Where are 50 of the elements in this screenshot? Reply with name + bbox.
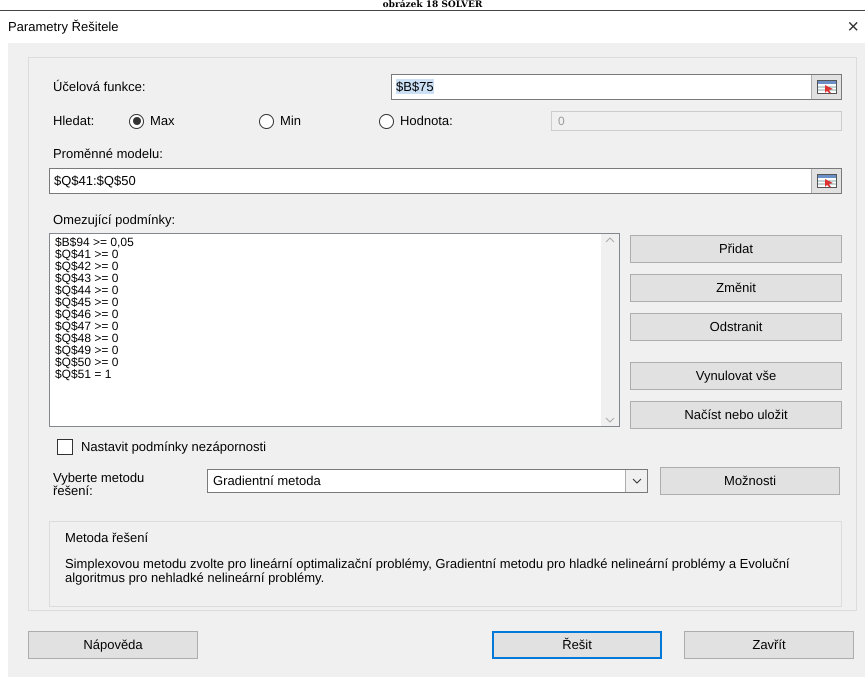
- method-dropdown[interactable]: Gradientní metoda: [207, 468, 648, 492]
- constraint-item[interactable]: $Q$44 >= 0: [55, 284, 601, 296]
- constraint-item[interactable]: $Q$43 >= 0: [55, 272, 601, 284]
- radio-option[interactable]: Min: [259, 111, 379, 131]
- constraint-item[interactable]: $Q$46 >= 0: [55, 308, 601, 320]
- field-label: Hledat:: [52, 112, 96, 130]
- dialog-button[interactable]: Nápověda: [28, 631, 198, 659]
- constraint-item[interactable]: $Q$49 >= 0: [55, 344, 601, 356]
- constraint-item[interactable]: $Q$48 >= 0: [55, 332, 601, 344]
- constraint-item[interactable]: $B$94 >= 0,05: [55, 236, 601, 248]
- checkbox-option[interactable]: Nastavit podmínky nezápornosti: [57, 437, 842, 456]
- range-select-icon: [816, 174, 836, 188]
- constraint-item[interactable]: $Q$45 >= 0: [55, 296, 601, 308]
- checkbox[interactable]: [57, 438, 73, 455]
- radio-option[interactable]: Max: [129, 111, 259, 131]
- method-description: Simplexovou metodu zvolte pro lineární optimalizační problémy, Gradientní metodu pro hladké nelineární problémy a Evoluční algoritmus pro nehladké nelineární problémy.: [65, 557, 791, 585]
- field-label: Vyberte metodu řešení:: [52, 468, 146, 496]
- window-title: Parametry Řešitele: [8, 18, 119, 36]
- field-label: Proměnné modelu:: [52, 145, 164, 163]
- dialog-button[interactable]: Vynulovat vše: [630, 362, 842, 390]
- constraints-list[interactable]: $B$94 >= 0,05 $Q$41 >= 0 $Q$42 >= 0 $Q$43 >= 0 $Q$44 >= 0 $Q$45 >= 0 $Q$46 >= 0 $Q$47 >= 0 $Q$48 >= 0 $Q$49 >= 0 $Q$50 >= 0 $Q$51 = 1: [49, 233, 620, 427]
- constraint-item[interactable]: $Q$47 >= 0: [55, 320, 601, 332]
- dialog-button[interactable]: Změnit: [630, 274, 842, 302]
- group-title: Metoda řešení: [65, 528, 150, 546]
- dialog-button[interactable]: Přidat: [630, 235, 842, 263]
- dialog-button[interactable]: Načíst nebo uložit: [630, 401, 842, 429]
- dialog-button[interactable]: Odstranit: [630, 313, 842, 341]
- field-label: Účelová funkce:: [52, 78, 146, 96]
- radio-option[interactable]: Hodnota:: [379, 111, 551, 131]
- field-value: $B$75: [396, 79, 434, 94]
- chevron-down-icon: [632, 478, 642, 484]
- constraint-item[interactable]: $Q$41 >= 0: [55, 248, 601, 260]
- figure-caption: obrázek 18 SOLVER: [382, 0, 482, 10]
- close-button[interactable]: ×: [847, 17, 859, 37]
- field-value: $Q$41:$Q$50: [53, 172, 136, 190]
- radio-button[interactable]: [129, 114, 144, 128]
- dialog-button[interactable]: Možnosti: [660, 466, 840, 494]
- constraint-item[interactable]: $Q$42 >= 0: [55, 260, 601, 272]
- input-field[interactable]: $Q$41:$Q$50: [49, 168, 842, 194]
- constraint-item[interactable]: $Q$50 >= 0: [55, 356, 601, 368]
- radio-button[interactable]: [259, 114, 274, 128]
- range-select-icon: [816, 80, 836, 94]
- constraint-item[interactable]: $Q$51 = 1: [55, 368, 601, 380]
- range-select-button[interactable]: [811, 75, 841, 99]
- input-field[interactable]: $B$75: [391, 74, 842, 100]
- range-select-button[interactable]: [811, 168, 841, 192]
- dialog-button[interactable]: Řešit: [492, 631, 662, 659]
- field-label: Omezující podmínky:: [52, 210, 176, 229]
- radio-button[interactable]: [379, 114, 394, 128]
- dialog-button[interactable]: Zavřít: [684, 631, 854, 659]
